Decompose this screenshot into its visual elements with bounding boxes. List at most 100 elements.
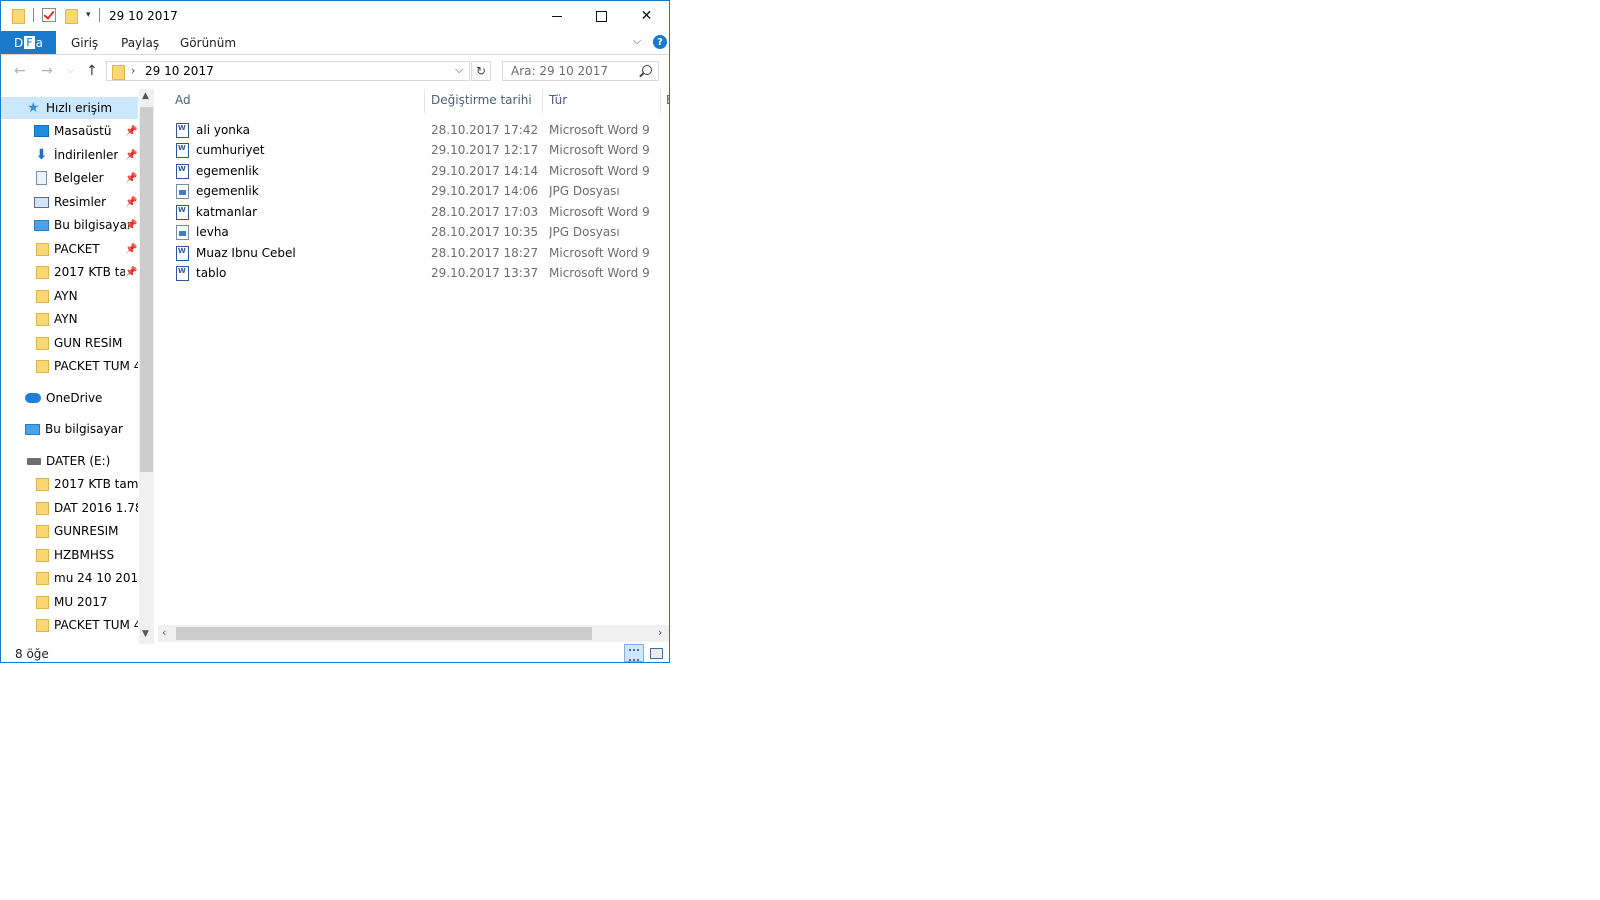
recent-locations-icon[interactable]: ⌵: [67, 66, 74, 76]
search-placeholder: Ara: 29 10 2017: [511, 64, 609, 78]
scroll-down-icon[interactable]: ▼: [142, 629, 149, 639]
sidebar-item-packet-tum[interactable]: PACKET TUM 44: [1, 355, 138, 377]
column-divider[interactable]: [424, 89, 425, 113]
table-row[interactable]: W cumhuriyet 29.10.2017 12:17 Microsoft …: [172, 140, 662, 160]
tab-view[interactable]: Görünüm: [180, 36, 236, 50]
column-header-size[interactable]: B: [666, 93, 669, 107]
window-controls: ✕: [534, 1, 669, 31]
documents-icon: [36, 171, 47, 185]
maximize-button[interactable]: [579, 1, 624, 31]
table-row[interactable]: W tablo 29.10.2017 13:37 Microsoft Word …: [172, 263, 662, 283]
column-header-type[interactable]: Tür: [549, 93, 567, 107]
sidebar-item-drive-folder[interactable]: GUNRESIM: [1, 520, 138, 542]
file-date: 29.10.2017 14:06: [431, 184, 539, 198]
new-folder-icon[interactable]: [64, 8, 78, 24]
scroll-right-icon[interactable]: ›: [658, 626, 662, 639]
sidebar-item-gun-resim[interactable]: GUN RESİM: [1, 332, 138, 354]
sort-ascending-icon: ^: [292, 89, 300, 95]
sidebar-item-drive-folder[interactable]: DAT 2016 1.78 GI: [1, 497, 138, 519]
sidebar-item-drive-e[interactable]: DATER (E:): [1, 450, 138, 472]
table-row[interactable]: W katmanlar 28.10.2017 17:03 Microsoft W…: [172, 202, 662, 222]
sidebar-item-documents[interactable]: Belgeler: [1, 167, 138, 189]
sidebar-item-drive-folder[interactable]: MU 2017: [1, 591, 138, 613]
close-button[interactable]: ✕: [624, 1, 669, 31]
sidebar-item-this-pc[interactable]: Bu bilgisayar: [1, 418, 138, 440]
file-type: Microsoft Word 9...: [549, 205, 651, 219]
pin-icon[interactable]: 📌: [125, 220, 137, 231]
sidebar-item-quick-access[interactable]: ★ Hızlı erişim: [1, 97, 138, 119]
sidebar-item-label: MU 2017: [54, 595, 108, 609]
sidebar-item-pictures[interactable]: Resimler: [1, 191, 138, 213]
help-icon[interactable]: ?: [653, 35, 667, 49]
table-row[interactable]: egemenlik 29.10.2017 14:06 JPG Dosyası: [172, 181, 662, 201]
tab-share[interactable]: Paylaş: [121, 36, 159, 50]
toolbar-divider: [98, 8, 100, 22]
sidebar-item-drive-folder[interactable]: HZBMHSS: [1, 544, 138, 566]
back-arrow-icon[interactable]: ←: [14, 63, 26, 79]
forward-arrow-icon[interactable]: →: [41, 63, 53, 79]
details-view-icon[interactable]: [624, 644, 644, 662]
breadcrumb[interactable]: 29 10 2017: [145, 64, 214, 78]
pin-icon[interactable]: 📌: [125, 244, 137, 255]
file-name: levha: [196, 225, 229, 239]
sidebar-item-drive-folder[interactable]: 2017 KTB tam uy: [1, 473, 138, 495]
column-header-name[interactable]: Ad: [175, 93, 191, 107]
column-divider[interactable]: [542, 89, 543, 113]
up-arrow-icon[interactable]: ↑: [86, 63, 98, 79]
sidebar-item-label: Masaüstü: [54, 124, 112, 138]
large-icons-view-icon[interactable]: [646, 644, 666, 662]
file-name: ali yonka: [196, 123, 250, 137]
horizontal-scrollbar[interactable]: ‹ ›: [158, 625, 669, 642]
breadcrumb-separator-icon[interactable]: ›: [131, 64, 135, 77]
expand-ribbon-icon[interactable]: ⌵: [633, 34, 641, 48]
table-row[interactable]: W Muaz Ibnu Cebel 28.10.2017 18:27 Micro…: [172, 243, 662, 263]
column-header-date[interactable]: Değiştirme tarihi: [431, 93, 532, 107]
address-bar[interactable]: › 29 10 2017 ⌵: [106, 61, 470, 81]
file-name: Muaz Ibnu Cebel: [196, 246, 296, 260]
pin-icon[interactable]: 📌: [125, 267, 137, 278]
search-icon[interactable]: [642, 65, 652, 75]
scroll-left-icon[interactable]: ‹: [162, 626, 166, 639]
scrollbar-thumb[interactable]: [140, 107, 153, 472]
table-row[interactable]: levha 28.10.2017 10:35 JPG Dosyası: [172, 222, 662, 242]
file-name: egemenlik: [196, 184, 259, 198]
pin-icon[interactable]: 📌: [125, 173, 137, 184]
pin-icon[interactable]: 📌: [125, 150, 137, 161]
navigation-scrollbar[interactable]: ▲ ▼: [139, 89, 154, 644]
computer-icon: [34, 219, 49, 231]
table-row[interactable]: W egemenlik 29.10.2017 14:14 Microsoft W…: [172, 161, 662, 181]
sidebar-item-desktop[interactable]: Masaüstü: [1, 120, 138, 142]
tab-home[interactable]: Giriş: [71, 36, 98, 50]
navigation-pane: ★ Hızlı erişim Masaüstü 📌 ⬇ İndirilenler…: [1, 89, 156, 644]
tab-file[interactable]: DFa: [1, 31, 56, 54]
sidebar-item-packet[interactable]: PACKET: [1, 238, 138, 260]
sidebar-item-label: İndirilenler: [54, 148, 119, 162]
toolbar-divider: [33, 8, 34, 22]
chevron-down-icon[interactable]: ⌵: [455, 63, 463, 77]
sidebar-item-ayn[interactable]: AYN: [1, 285, 138, 307]
sidebar-item-ayn[interactable]: AYN: [1, 308, 138, 330]
computer-icon: [25, 423, 40, 435]
sidebar-item-onedrive[interactable]: OneDrive: [1, 387, 138, 409]
pin-icon[interactable]: 📌: [125, 126, 137, 137]
sidebar-item-label: PACKET TUM 44: [54, 359, 138, 373]
minimize-button[interactable]: [534, 1, 579, 31]
sidebar-item-2017-ktb[interactable]: 2017 KTB tam: [1, 261, 125, 283]
table-row[interactable]: W ali yonka 28.10.2017 17:42 Microsoft W…: [172, 120, 662, 140]
scroll-up-icon[interactable]: ▲: [142, 91, 149, 101]
file-tab-prefix: D: [14, 35, 24, 50]
refresh-button[interactable]: ↻: [471, 61, 491, 81]
sidebar-item-drive-folder[interactable]: mu 24 10 2017 sı: [1, 567, 138, 589]
sidebar-item-this-pc-pinned[interactable]: Bu bilgisayar: [1, 214, 138, 236]
sidebar-item-downloads[interactable]: ⬇ İndirilenler: [1, 144, 138, 166]
customize-toolbar-icon[interactable]: ▾: [86, 10, 91, 20]
scrollbar-thumb[interactable]: [176, 627, 592, 640]
sidebar-item-drive-folder[interactable]: PACKET TUM 44: [1, 614, 138, 636]
file-name: katmanlar: [196, 205, 258, 219]
minimize-icon: [551, 15, 562, 17]
column-divider[interactable]: [660, 89, 661, 113]
properties-icon[interactable]: [42, 8, 56, 22]
pin-icon[interactable]: 📌: [125, 197, 137, 208]
search-input[interactable]: Ara: 29 10 2017: [502, 61, 659, 81]
file-type: Microsoft Word 9...: [549, 246, 651, 260]
